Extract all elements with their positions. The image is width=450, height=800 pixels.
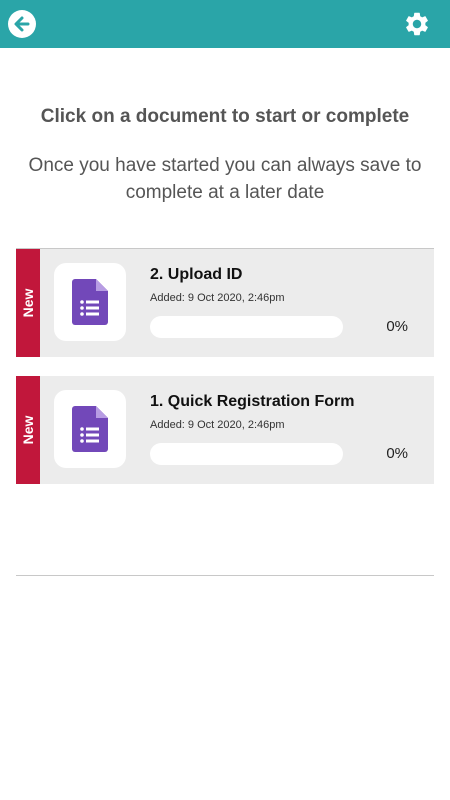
new-badge: New xyxy=(16,376,40,484)
google-forms-icon xyxy=(72,279,108,325)
document-thumbnail xyxy=(54,263,126,341)
new-badge: New xyxy=(16,249,40,357)
arrow-left-icon xyxy=(14,16,30,32)
gear-icon xyxy=(406,12,428,36)
document-added-date: Added: 9 Oct 2020, 2:46pm xyxy=(150,292,285,304)
document-card-upload-id[interactable]: New 2. Upload ID Added: 9 Oct 2020, 2:46… xyxy=(16,249,434,357)
top-app-bar xyxy=(0,0,450,48)
new-badge-label: New xyxy=(20,288,36,318)
instruction-heading: Click on a document to start or complete xyxy=(40,106,410,127)
document-thumbnail xyxy=(54,390,126,468)
google-forms-icon xyxy=(72,406,108,452)
document-title: 1. Quick Registration Form xyxy=(150,393,355,410)
instruction-subheading: Once you have started you can always sav… xyxy=(28,155,422,203)
list-bottom-divider xyxy=(16,575,434,576)
document-added-date: Added: 9 Oct 2020, 2:46pm xyxy=(150,419,285,431)
new-badge-label: New xyxy=(20,415,36,445)
settings-button[interactable] xyxy=(402,9,432,39)
back-button[interactable] xyxy=(8,10,36,38)
document-progress-percent: 0% xyxy=(386,445,408,462)
document-title: 2. Upload ID xyxy=(150,266,243,283)
document-progress-percent: 0% xyxy=(386,318,408,335)
document-card-quick-registration[interactable]: New 1. Quick Registration Form Added: 9 … xyxy=(16,376,434,484)
document-progress-bar xyxy=(150,316,343,338)
document-progress-bar xyxy=(150,443,343,465)
